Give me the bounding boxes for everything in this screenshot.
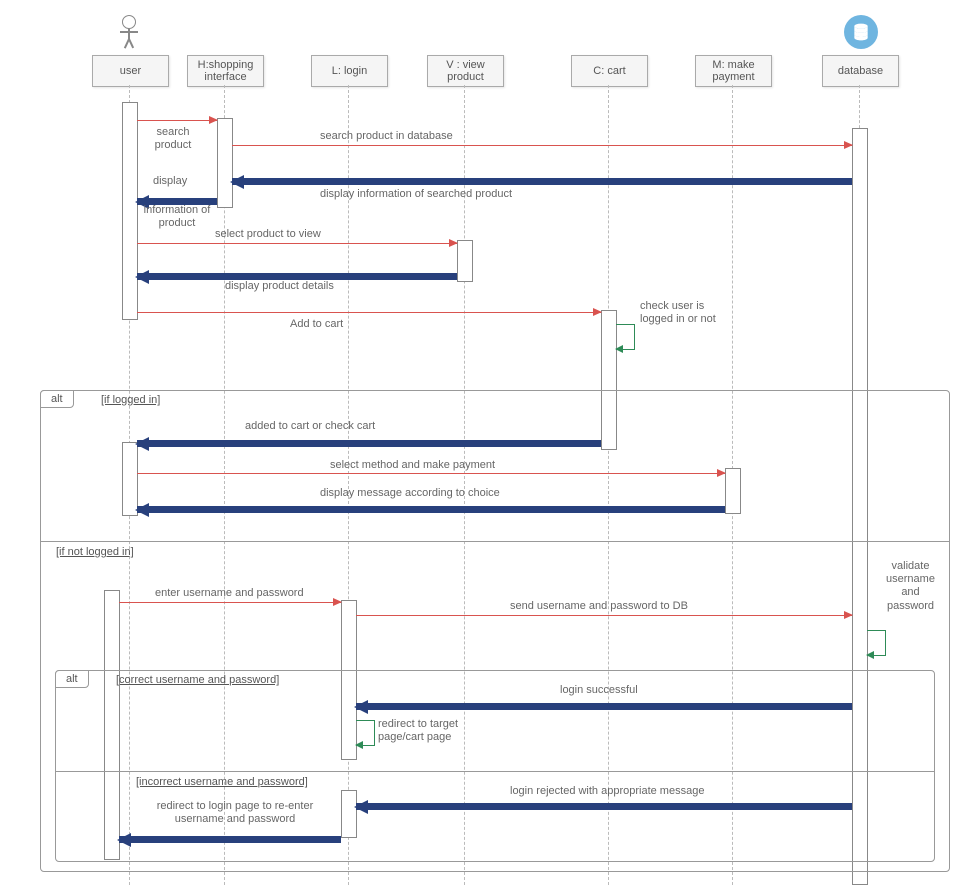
msg-arrow bbox=[232, 145, 852, 146]
msg-return bbox=[356, 700, 852, 713]
msg-arrow bbox=[137, 120, 217, 121]
msg-return bbox=[356, 800, 852, 813]
msg-label: redirect to target page/cart page bbox=[378, 718, 488, 744]
msg-label: select product to view bbox=[215, 228, 321, 240]
msg-return bbox=[119, 833, 341, 846]
participant-view: V : view product bbox=[427, 55, 504, 87]
activation bbox=[122, 102, 138, 320]
frame-separator bbox=[56, 771, 934, 772]
frame-tag: alt bbox=[55, 670, 89, 688]
msg-label: check user is logged in or not bbox=[640, 300, 730, 326]
frame-guard: [correct username and password] bbox=[116, 674, 279, 686]
msg-arrow bbox=[137, 473, 725, 474]
msg-label: display message according to choice bbox=[320, 487, 500, 499]
database-icon bbox=[844, 15, 878, 49]
participant-shopping: H:shopping interface bbox=[187, 55, 264, 87]
msg-label: added to cart or check cart bbox=[245, 420, 375, 432]
msg-label: login successful bbox=[560, 684, 638, 696]
msg-arrow bbox=[137, 243, 457, 244]
sequence-diagram: user H:shopping interface L: login V : v… bbox=[0, 0, 970, 893]
self-message bbox=[867, 630, 886, 656]
msg-arrow bbox=[356, 615, 852, 616]
msg-arrow bbox=[119, 602, 341, 603]
frame-guard: [if logged in] bbox=[101, 394, 160, 406]
msg-label: search product in database bbox=[320, 130, 453, 142]
msg-return bbox=[137, 437, 601, 450]
participant-payment: M: make payment bbox=[695, 55, 772, 87]
msg-label: validate username and password bbox=[878, 560, 943, 613]
frame-guard: [incorrect username and password] bbox=[136, 776, 308, 788]
msg-label: display bbox=[153, 175, 187, 187]
msg-label: display information of searched product bbox=[320, 188, 512, 200]
self-message bbox=[356, 720, 375, 746]
frame-separator bbox=[41, 541, 949, 542]
msg-label: login rejected with appropriate message bbox=[510, 785, 704, 797]
msg-label: search product bbox=[148, 126, 198, 152]
msg-return bbox=[137, 503, 725, 516]
participant-database: database bbox=[822, 55, 899, 87]
self-message bbox=[616, 324, 635, 350]
frame-tag: alt bbox=[40, 390, 74, 408]
participant-login: L: login bbox=[311, 55, 388, 87]
msg-label: select method and make payment bbox=[330, 459, 495, 471]
participant-user: user bbox=[92, 55, 169, 87]
msg-arrow bbox=[137, 312, 601, 313]
activation bbox=[217, 118, 233, 208]
msg-label: send username and password to DB bbox=[510, 600, 688, 612]
actor-icon bbox=[117, 15, 141, 51]
participant-cart: C: cart bbox=[571, 55, 648, 87]
msg-label: Add to cart bbox=[290, 318, 343, 330]
msg-label: redirect to login page to re-enter usern… bbox=[135, 800, 335, 826]
msg-label: enter username and password bbox=[155, 587, 304, 599]
msg-label: information of product bbox=[137, 204, 217, 230]
activation bbox=[457, 240, 473, 282]
msg-return bbox=[232, 175, 852, 188]
frame-guard: [if not logged in] bbox=[56, 546, 134, 558]
msg-label: display product details bbox=[225, 280, 334, 292]
